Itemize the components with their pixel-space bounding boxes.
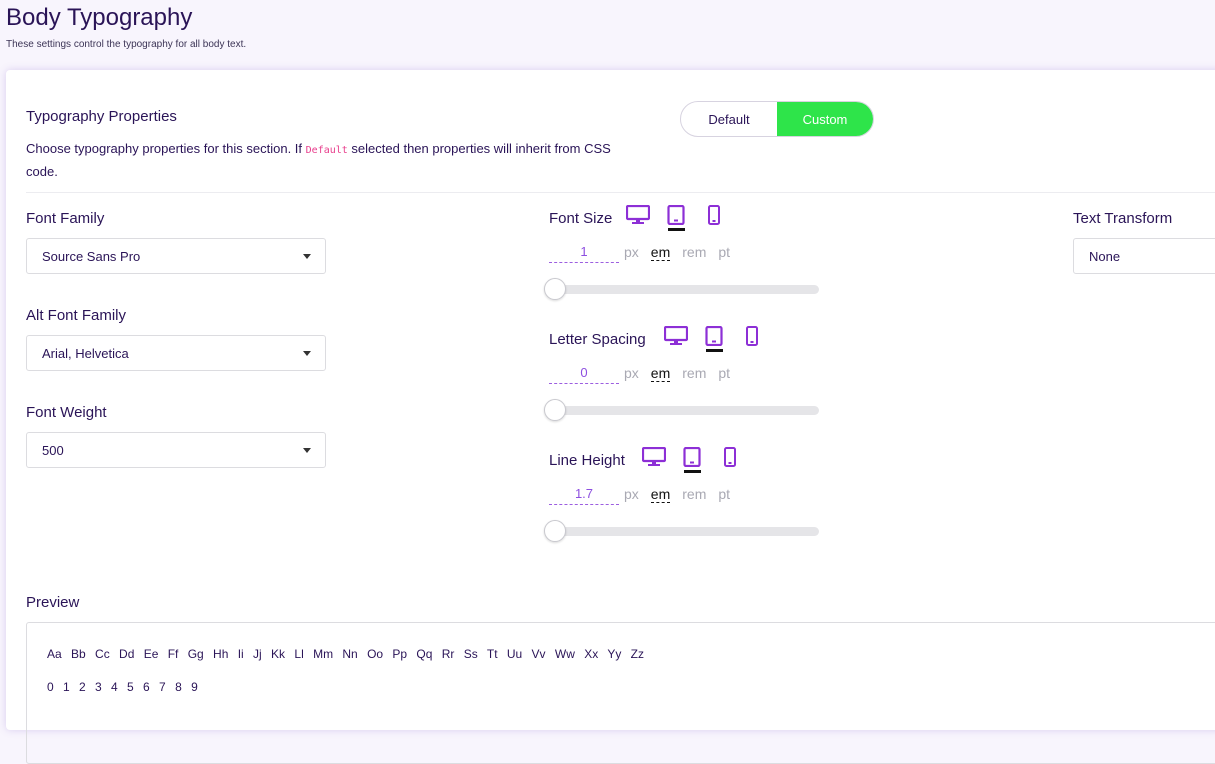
letter-spacing-label: Letter Spacing bbox=[549, 331, 646, 348]
settings-card: Typography Properties Choose typography … bbox=[6, 70, 1215, 764]
line-height-input[interactable] bbox=[549, 482, 619, 505]
font-weight-select[interactable]: 500 bbox=[26, 432, 326, 468]
divider bbox=[26, 192, 1215, 193]
letter-spacing-slider-thumb[interactable] bbox=[544, 399, 566, 421]
font-size-units: px em rem pt bbox=[624, 244, 742, 261]
tablet-icon[interactable] bbox=[657, 205, 695, 231]
tablet-icon[interactable] bbox=[673, 447, 711, 473]
section-title: Typography Properties bbox=[26, 108, 177, 125]
mobile-icon[interactable] bbox=[695, 205, 733, 231]
unit-rem[interactable]: rem bbox=[682, 244, 706, 261]
font-weight-label: Font Weight bbox=[26, 404, 107, 421]
default-code: Default bbox=[305, 145, 348, 156]
preview-digits: 0 1 2 3 4 5 6 7 8 9 bbox=[47, 680, 198, 694]
preview-label: Preview bbox=[26, 594, 80, 611]
desktop-icon[interactable] bbox=[635, 447, 673, 473]
unit-px[interactable]: px bbox=[624, 486, 639, 503]
line-height-devices bbox=[635, 447, 749, 473]
text-transform-label: Text Transform bbox=[1073, 210, 1173, 227]
font-size-devices bbox=[619, 205, 733, 231]
unit-pt[interactable]: pt bbox=[718, 486, 730, 503]
mode-toggle: Default Custom bbox=[680, 101, 874, 137]
unit-px[interactable]: px bbox=[624, 365, 639, 382]
desktop-icon[interactable] bbox=[619, 205, 657, 231]
unit-em[interactable]: em bbox=[650, 244, 671, 261]
line-height-slider[interactable] bbox=[549, 527, 819, 536]
alt-font-family-label: Alt Font Family bbox=[26, 307, 127, 324]
unit-em[interactable]: em bbox=[650, 486, 671, 503]
unit-pt[interactable]: pt bbox=[718, 244, 730, 261]
font-size-label: Font Size bbox=[549, 210, 613, 227]
font-family-label: Font Family bbox=[26, 210, 105, 227]
letter-spacing-units: px em rem pt bbox=[624, 365, 742, 382]
unit-px[interactable]: px bbox=[624, 244, 639, 261]
preview-box: Aa Bb Cc Dd Ee Ff Gg Hh Ii Jj Kk Ll Mm N… bbox=[26, 622, 1215, 764]
default-option[interactable]: Default bbox=[681, 102, 777, 136]
caret-down-icon bbox=[303, 351, 311, 356]
line-height-units: px em rem pt bbox=[624, 486, 742, 503]
font-size-input[interactable] bbox=[549, 240, 619, 263]
mobile-icon[interactable] bbox=[711, 447, 749, 473]
letter-spacing-devices bbox=[657, 326, 771, 352]
unit-pt[interactable]: pt bbox=[718, 365, 730, 382]
desktop-icon[interactable] bbox=[657, 326, 695, 352]
letter-spacing-slider[interactable] bbox=[549, 406, 819, 415]
tablet-icon[interactable] bbox=[695, 326, 733, 352]
preview-letters: Aa Bb Cc Dd Ee Ff Gg Hh Ii Jj Kk Ll Mm N… bbox=[47, 647, 645, 661]
custom-option[interactable]: Custom bbox=[777, 102, 873, 136]
alt-font-family-select[interactable]: Arial, Helvetica bbox=[26, 335, 326, 371]
font-family-select[interactable]: Source Sans Pro bbox=[26, 238, 326, 274]
text-transform-select[interactable]: None bbox=[1073, 238, 1215, 274]
unit-rem[interactable]: rem bbox=[682, 486, 706, 503]
line-height-label: Line Height bbox=[549, 452, 625, 469]
font-size-slider[interactable] bbox=[549, 285, 819, 294]
unit-em[interactable]: em bbox=[650, 365, 671, 382]
unit-rem[interactable]: rem bbox=[682, 365, 706, 382]
caret-down-icon bbox=[303, 254, 311, 259]
line-height-slider-thumb[interactable] bbox=[544, 520, 566, 542]
caret-down-icon bbox=[303, 448, 311, 453]
mobile-icon[interactable] bbox=[733, 326, 771, 352]
section-description: Choose typography properties for this se… bbox=[26, 141, 611, 179]
letter-spacing-input[interactable] bbox=[549, 361, 619, 384]
page-description: These settings control the typography fo… bbox=[6, 39, 247, 50]
font-size-slider-thumb[interactable] bbox=[544, 278, 566, 300]
page-title: Body Typography bbox=[6, 4, 193, 31]
